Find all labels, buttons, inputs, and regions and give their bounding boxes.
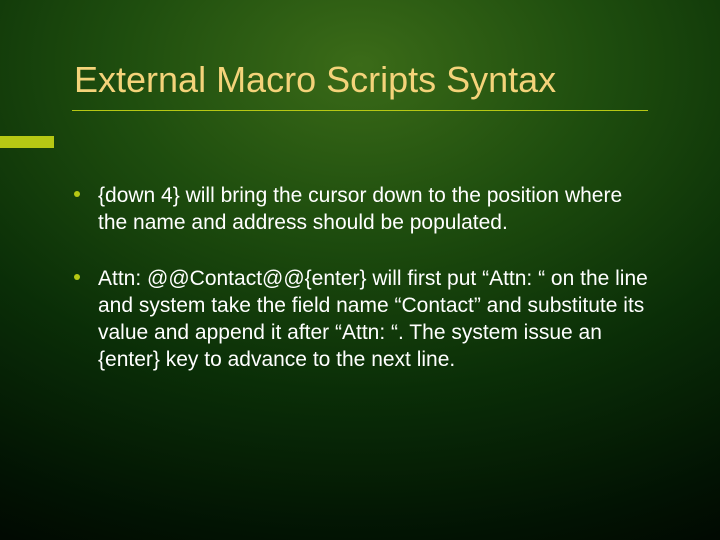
slide: External Macro Scripts Syntax {down 4} w… (0, 0, 720, 540)
bullet-dot-icon (74, 274, 80, 280)
slide-body: {down 4} will bring the cursor down to t… (74, 182, 654, 402)
bullet-item: {down 4} will bring the cursor down to t… (74, 182, 654, 237)
slide-title: External Macro Scripts Syntax (74, 60, 674, 100)
bullet-text: Attn: @@Contact@@{enter} will first put … (98, 265, 654, 374)
accent-bar (0, 136, 54, 148)
bullet-text: {down 4} will bring the cursor down to t… (98, 182, 654, 237)
bullet-item: Attn: @@Contact@@{enter} will first put … (74, 265, 654, 374)
bullet-dot-icon (74, 191, 80, 197)
title-underline (72, 110, 648, 111)
